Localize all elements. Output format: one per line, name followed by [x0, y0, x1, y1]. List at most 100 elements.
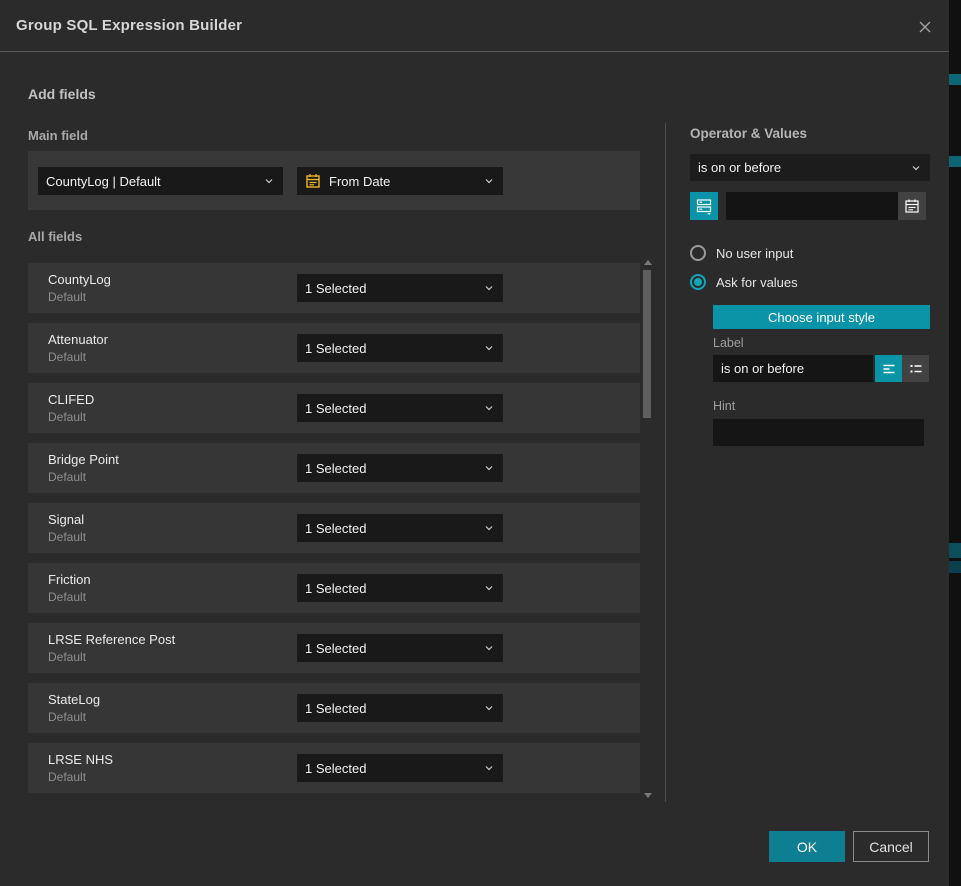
- field-values-select[interactable]: 1 Selected: [297, 514, 503, 542]
- field-subtitle: Default: [48, 410, 86, 424]
- background-accent-fragment: [949, 543, 961, 558]
- field-name: LRSE Reference Post: [48, 632, 175, 647]
- field-subtitle: Default: [48, 470, 86, 484]
- field-values-select-value: 1 Selected: [305, 461, 483, 476]
- date-picker-button[interactable]: [898, 192, 926, 220]
- main-field-label: Main field: [28, 128, 88, 143]
- scrollbar-thumb[interactable]: [643, 270, 651, 418]
- chevron-down-icon: [483, 282, 495, 294]
- field-name: Bridge Point: [48, 452, 119, 467]
- field-subtitle: Default: [48, 770, 86, 784]
- main-field-layer-select-value: CountyLog | Default: [46, 174, 263, 189]
- all-fields-list: CountyLog Default 1 Selected Attenuator …: [28, 263, 640, 803]
- field-row: CLIFED Default 1 Selected: [28, 383, 640, 433]
- field-values-select-value: 1 Selected: [305, 761, 483, 776]
- field-row: Attenuator Default 1 Selected: [28, 323, 640, 373]
- close-icon: [916, 18, 934, 36]
- field-values-select-value: 1 Selected: [305, 281, 483, 296]
- operator-select-value: is on or before: [698, 160, 910, 175]
- screen: Group SQL Expression Builder Add fields …: [0, 0, 961, 886]
- dialog-titlebar: Group SQL Expression Builder: [0, 0, 949, 52]
- field-values-select[interactable]: 1 Selected: [297, 574, 503, 602]
- label-input[interactable]: [713, 355, 873, 382]
- field-values-select[interactable]: 1 Selected: [297, 394, 503, 422]
- radio-circle-icon: [690, 245, 706, 261]
- panel-divider: [665, 123, 666, 802]
- background-accent-fragment: [949, 156, 961, 167]
- field-values-select-value: 1 Selected: [305, 401, 483, 416]
- field-name: CLIFED: [48, 392, 94, 407]
- field-subtitle: Default: [48, 710, 86, 724]
- scroll-down-arrow-icon[interactable]: [644, 793, 652, 798]
- radio-ask-for-values-label: Ask for values: [716, 275, 798, 290]
- chevron-down-icon: [483, 642, 495, 654]
- field-values-select[interactable]: 1 Selected: [297, 334, 503, 362]
- label-field-label: Label: [713, 336, 744, 350]
- close-button[interactable]: [913, 15, 937, 39]
- field-name: LRSE NHS: [48, 752, 113, 767]
- calendar-icon: [904, 198, 920, 214]
- field-name: Friction: [48, 572, 91, 587]
- field-row: Friction Default 1 Selected: [28, 563, 640, 613]
- field-values-select-value: 1 Selected: [305, 581, 483, 596]
- scroll-up-arrow-icon[interactable]: [644, 260, 652, 265]
- chevron-down-icon: [483, 175, 495, 187]
- field-values-select[interactable]: 1 Selected: [297, 694, 503, 722]
- choose-input-style-button[interactable]: Choose input style: [713, 305, 930, 329]
- field-row: StateLog Default 1 Selected: [28, 683, 640, 733]
- field-values-select[interactable]: 1 Selected: [297, 634, 503, 662]
- cancel-button[interactable]: Cancel: [853, 831, 929, 862]
- main-field-field-select[interactable]: From Date: [297, 167, 503, 195]
- unique-values-button[interactable]: [690, 192, 718, 220]
- field-subtitle: Default: [48, 650, 86, 664]
- field-row: LRSE Reference Post Default 1 Selected: [28, 623, 640, 673]
- main-field-field-select-value: From Date: [329, 174, 475, 189]
- unique-values-icon: [695, 197, 713, 215]
- chevron-down-icon: [910, 162, 922, 174]
- field-name: Signal: [48, 512, 84, 527]
- chevron-down-icon: [483, 702, 495, 714]
- group-sql-expression-builder-dialog: Group SQL Expression Builder Add fields …: [0, 0, 949, 886]
- hint-field-label: Hint: [713, 399, 735, 413]
- field-values-select[interactable]: 1 Selected: [297, 754, 503, 782]
- chevron-down-icon: [483, 762, 495, 774]
- field-values-select-value: 1 Selected: [305, 641, 483, 656]
- radio-no-user-input[interactable]: No user input: [690, 245, 793, 261]
- chevron-down-icon: [483, 522, 495, 534]
- field-values-select-value: 1 Selected: [305, 521, 483, 536]
- chevron-down-icon: [263, 175, 275, 187]
- operator-values-heading: Operator & Values: [690, 126, 807, 141]
- chevron-down-icon: [483, 462, 495, 474]
- radio-ask-for-values[interactable]: Ask for values: [690, 274, 798, 290]
- all-fields-label: All fields: [28, 229, 82, 244]
- hint-input[interactable]: [713, 419, 924, 446]
- field-subtitle: Default: [48, 350, 86, 364]
- field-values-select[interactable]: 1 Selected: [297, 274, 503, 302]
- main-field-panel: CountyLog | Default From Date: [28, 151, 640, 210]
- single-line-input-button[interactable]: [875, 355, 902, 382]
- field-name: StateLog: [48, 692, 100, 707]
- field-values-select-value: 1 Selected: [305, 341, 483, 356]
- operator-select[interactable]: is on or before: [690, 154, 930, 181]
- list-input-button[interactable]: [902, 355, 929, 382]
- background-accent-fragment: [949, 561, 961, 573]
- field-name: CountyLog: [48, 272, 111, 287]
- chevron-down-icon: [483, 582, 495, 594]
- main-field-layer-select[interactable]: CountyLog | Default: [38, 167, 283, 195]
- background-app-strip: [949, 0, 961, 886]
- field-subtitle: Default: [48, 290, 86, 304]
- chevron-down-icon: [483, 342, 495, 354]
- background-accent-fragment: [949, 74, 961, 85]
- field-name: Attenuator: [48, 332, 108, 347]
- radio-circle-selected-icon: [690, 274, 706, 290]
- chevron-down-icon: [483, 402, 495, 414]
- date-value-input[interactable]: [726, 192, 898, 220]
- field-values-select[interactable]: 1 Selected: [297, 454, 503, 482]
- ok-button[interactable]: OK: [769, 831, 845, 862]
- fields-scrollbar[interactable]: [643, 256, 652, 802]
- field-row: LRSE NHS Default 1 Selected: [28, 743, 640, 793]
- field-row: Signal Default 1 Selected: [28, 503, 640, 553]
- field-values-select-value: 1 Selected: [305, 701, 483, 716]
- dialog-title: Group SQL Expression Builder: [16, 17, 242, 34]
- radio-no-user-input-label: No user input: [716, 246, 793, 261]
